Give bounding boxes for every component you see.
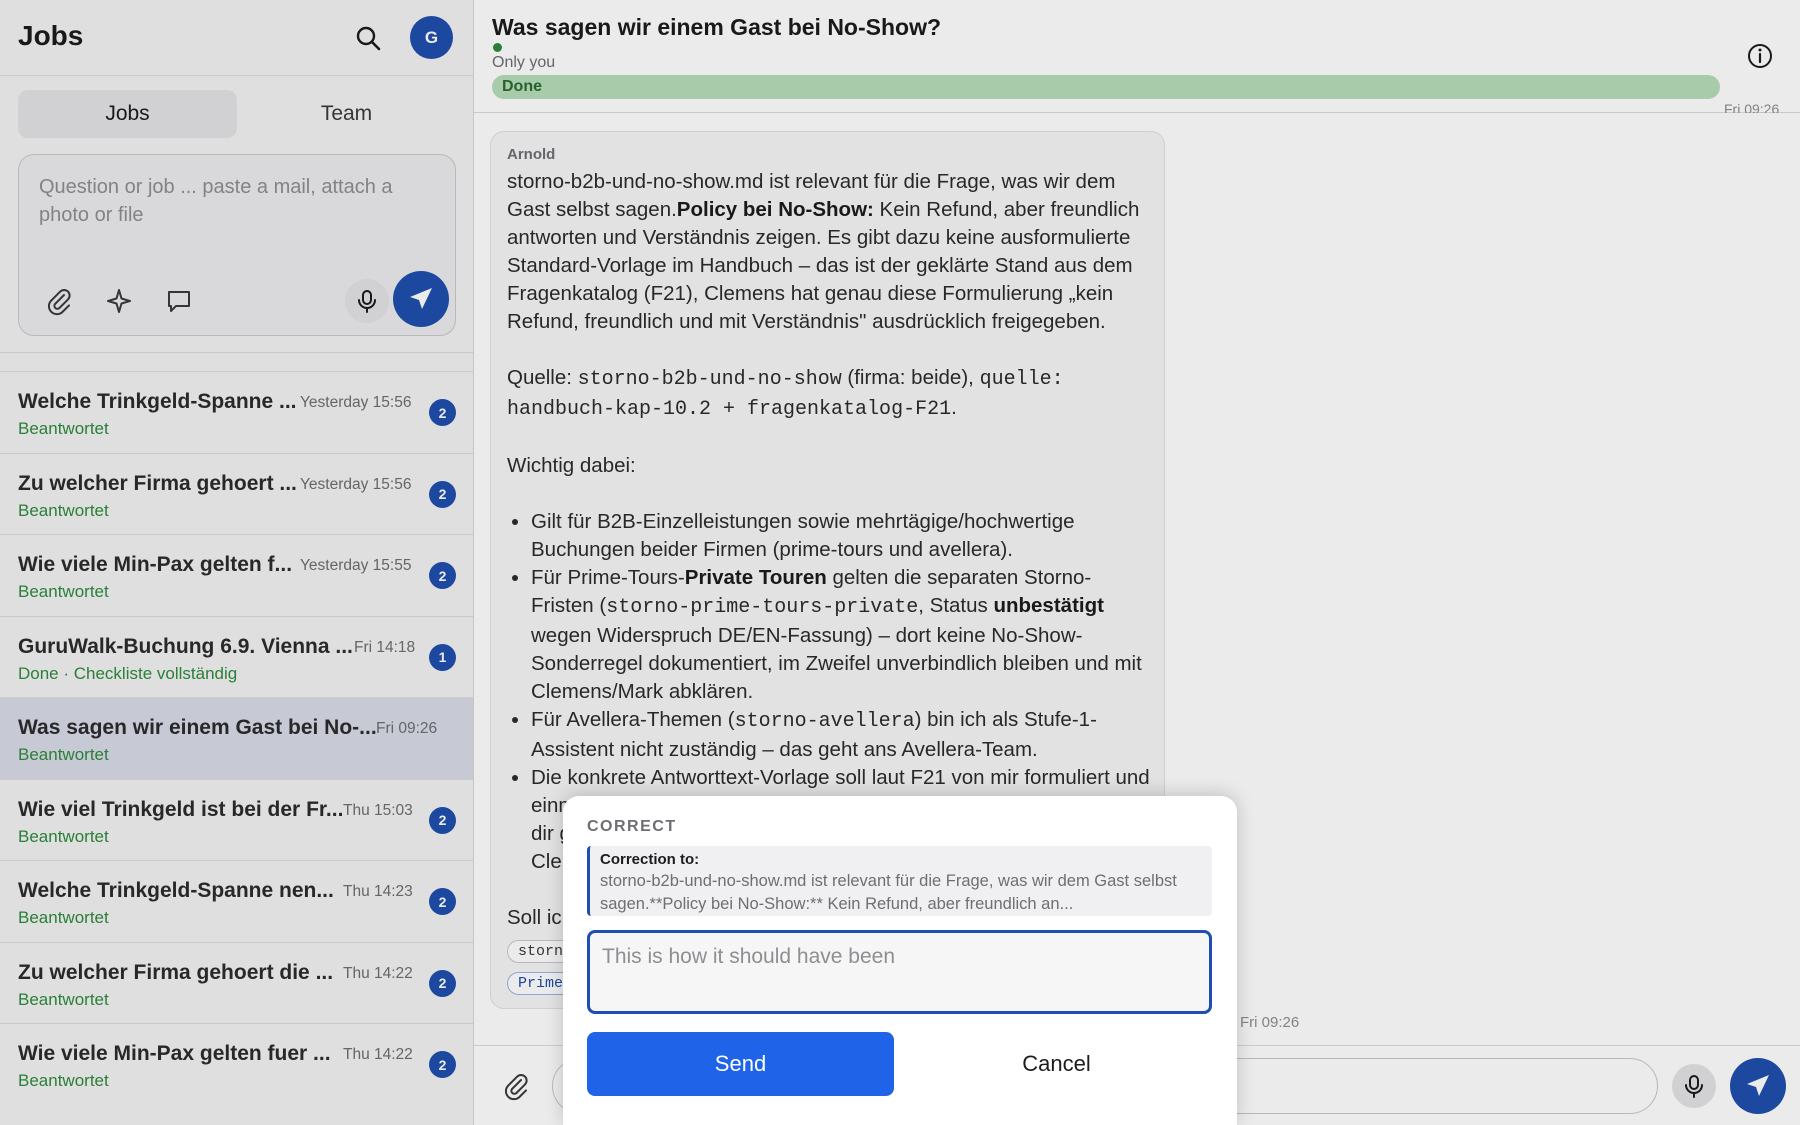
quote-label: Correction to: [600,851,700,868]
correction-textarea[interactable] [587,930,1212,1014]
quoted-message: Correction to: storno-b2b-und-no-show.md… [587,846,1212,916]
cancel-button[interactable]: Cancel [903,1032,1210,1096]
quote-text: storno-b2b-und-no-show.md ist relevant f… [600,872,1177,913]
send-button[interactable]: Send [587,1032,894,1096]
dialog-heading: CORRECT [587,818,677,835]
correction-dialog: CORRECT Correction to: storno-b2b-und-no… [563,796,1237,1125]
